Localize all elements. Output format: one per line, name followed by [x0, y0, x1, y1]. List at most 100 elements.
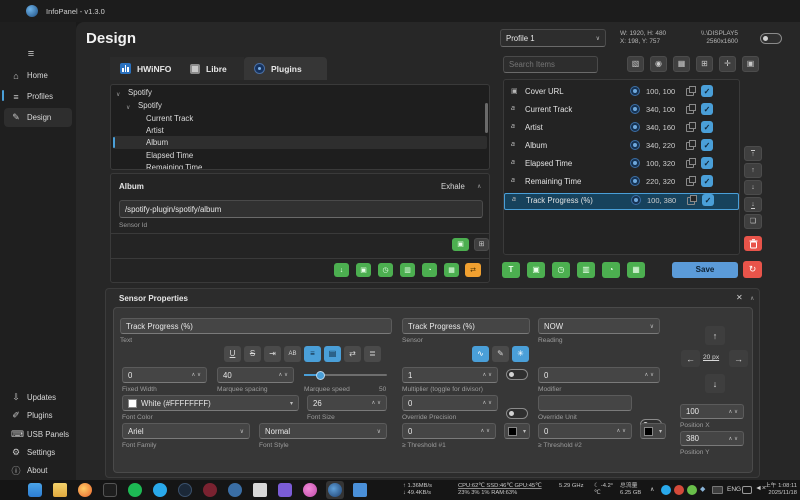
hardware-stats-widget[interactable]: CPU:62℃ SSD:46℃ GPU:45℃ 23% 3% 1% RAM:63… — [458, 483, 542, 497]
edit-mode-button[interactable]: ✎ — [492, 346, 509, 362]
visible-checkbox[interactable]: ✓ — [701, 121, 713, 133]
letter-spacing-button[interactable]: ⇄ — [344, 346, 361, 362]
display-toggle[interactable] — [760, 33, 782, 44]
list-item-artist[interactable]: a Artist 340, 160 ✓ — [504, 121, 739, 136]
sidebar-item-plugins[interactable]: ✐ Plugins — [4, 406, 72, 425]
sidebar-item-usb-panels[interactable]: ⌨ USB Panels — [4, 425, 72, 444]
tab-libre[interactable]: Libre — [180, 57, 244, 80]
nudge-right-button[interactable]: → — [729, 350, 748, 367]
app-icon-purple[interactable] — [278, 483, 292, 497]
divisor-toggle[interactable] — [506, 369, 528, 380]
infopanel-taskbar-icon[interactable] — [328, 483, 342, 497]
telegram-icon[interactable] — [153, 483, 167, 497]
ime-mode-icon[interactable] — [712, 486, 723, 494]
steam-icon[interactable] — [178, 483, 192, 497]
link-icon[interactable] — [686, 88, 694, 96]
add-gauge-item-button[interactable]: ◔ — [422, 263, 437, 277]
nudge-left-button[interactable]: ← — [681, 350, 700, 367]
marquee-spacing-spinner[interactable]: 40 ∧ ∨ — [217, 367, 294, 383]
sensor-id-input[interactable]: /spotify-plugin/spotify/album — [119, 200, 483, 218]
add-sensor-button[interactable]: ⊞ — [474, 238, 489, 251]
coords-icon[interactable] — [630, 176, 640, 186]
apply-sensor-button[interactable]: ▣ — [452, 238, 469, 251]
sidebar-item-settings[interactable]: ⚙ Settings — [4, 443, 72, 462]
chevron-down-icon[interactable]: ∨ — [116, 91, 120, 98]
notes-app-icon[interactable] — [353, 483, 367, 497]
visible-checkbox[interactable]: ✓ — [702, 194, 714, 206]
nudge-step-link[interactable]: 20 px — [703, 354, 719, 361]
spinner-chevrons-icon[interactable]: ∧ ∨ — [482, 372, 492, 378]
save-button[interactable]: Save — [672, 262, 738, 278]
list-item-cover-url[interactable]: ▣ Cover URL 100, 100 ✓ — [504, 85, 739, 100]
close-icon[interactable]: ✕ — [736, 293, 743, 302]
visible-checkbox[interactable]: ✓ — [701, 175, 713, 187]
profile-select[interactable]: Profile 1 ∨ — [500, 29, 606, 47]
cpu-clock-widget[interactable]: 5.29 GHz — [559, 483, 584, 490]
tray-green-icon[interactable] — [687, 485, 697, 495]
new-text-button[interactable]: T — [502, 262, 520, 278]
spotify-icon[interactable] — [128, 483, 142, 497]
sensor-input[interactable]: Track Progress (%) — [402, 318, 530, 334]
search-input[interactable] — [503, 56, 598, 73]
modifier-spinner[interactable]: 0 ∧ ∨ — [538, 367, 660, 383]
link-icon[interactable] — [686, 142, 694, 150]
spinner-chevrons-icon[interactable]: ∧ ∨ — [278, 372, 288, 378]
visible-checkbox[interactable]: ✓ — [701, 85, 713, 97]
tray-telegram-icon[interactable] — [661, 485, 671, 495]
new-gauge-button[interactable]: ◔ — [602, 262, 620, 278]
visible-checkbox[interactable]: ✓ — [701, 139, 713, 151]
start-button-icon[interactable] — [28, 483, 42, 497]
spinner-chevrons-icon[interactable]: ∧ ∨ — [728, 409, 738, 415]
move-up-button[interactable]: ↑ — [744, 163, 762, 178]
tree-node-group[interactable]: Spotify — [138, 101, 162, 110]
override-unit-input[interactable] — [538, 395, 632, 411]
app-icon-red[interactable] — [203, 483, 217, 497]
multiplier-spinner[interactable]: 1 ∧ ∨ — [402, 367, 498, 383]
threshold1-spinner[interactable]: 0 ∧ ∨ — [402, 423, 496, 439]
new-clock-button[interactable]: ◷ — [552, 262, 570, 278]
weather-widget[interactable]: ☾ -4.2° ℃ — [594, 483, 613, 497]
nudge-down-button[interactable]: ↓ — [705, 374, 725, 393]
move-to-bottom-button[interactable]: ↓ — [744, 197, 762, 212]
tab-hwinfo[interactable]: HWiNFO — [110, 57, 180, 80]
snap-button[interactable]: ◉ — [650, 56, 667, 72]
tree-scrollbar[interactable] — [485, 103, 488, 133]
link-icon[interactable] — [686, 124, 694, 132]
underline-button[interactable]: U — [224, 346, 241, 362]
tab-plugins[interactable]: Plugins — [244, 57, 327, 80]
spinner-chevrons-icon[interactable]: ∧ ∨ — [728, 436, 738, 442]
traffic-widget[interactable]: 总流量 6.25 GB — [620, 483, 641, 497]
visible-checkbox[interactable]: ✓ — [701, 103, 713, 115]
add-panel-button[interactable]: ⊞ — [696, 56, 713, 72]
add-shape-item-button[interactable]: ▦ — [444, 263, 459, 277]
list-item-current-track[interactable]: a Current Track 340, 100 ✓ — [504, 103, 739, 118]
hamburger-menu-icon[interactable]: ≡ — [26, 48, 36, 60]
firefox-icon[interactable] — [78, 483, 92, 497]
position-x-spinner[interactable]: 100 ∧ ∨ — [680, 404, 744, 419]
spinner-chevrons-icon[interactable]: ∧ ∨ — [616, 428, 626, 434]
line-height-button[interactable]: ≣ — [364, 346, 381, 362]
tree-node-root[interactable]: Spotify — [128, 88, 152, 97]
chevron-down-icon[interactable]: ∨ — [126, 104, 130, 111]
override-precision-input[interactable]: 0 ∧ ∨ — [402, 395, 498, 411]
sidebar-item-home[interactable]: ⌂ Home — [4, 66, 72, 85]
spinner-chevrons-icon[interactable]: ∧ ∨ — [191, 372, 201, 378]
file-explorer-icon[interactable] — [53, 483, 67, 497]
coords-icon[interactable] — [630, 86, 640, 96]
nudge-up-button[interactable]: ↑ — [705, 326, 725, 345]
collapse-icon[interactable]: ∧ — [477, 183, 481, 190]
strikethrough-button[interactable]: S — [244, 346, 261, 362]
coords-icon[interactable] — [630, 140, 640, 150]
move-to-top-button[interactable]: ↑ — [744, 146, 762, 161]
sidebar-item-about[interactable]: ⓘ About — [4, 461, 72, 480]
fixed-width-spinner[interactable]: 0 ∧ ∨ — [122, 367, 207, 383]
font-size-spinner[interactable]: 26 ∧ ∨ — [307, 395, 387, 411]
app-icon-light[interactable] — [253, 483, 267, 497]
align-right-button[interactable]: ⇥ — [264, 346, 281, 362]
threshold2-spinner[interactable]: 0 ∧ ∨ — [538, 423, 632, 439]
list-item-remaining-time[interactable]: a Remaining Time 220, 320 ✓ — [504, 175, 739, 190]
link-icon[interactable] — [687, 197, 695, 205]
new-graph-button[interactable]: ▥ — [577, 262, 595, 278]
sidebar-item-profiles[interactable]: ≡ Profiles — [4, 87, 72, 106]
move-mode-button[interactable]: ✛ — [719, 56, 736, 72]
